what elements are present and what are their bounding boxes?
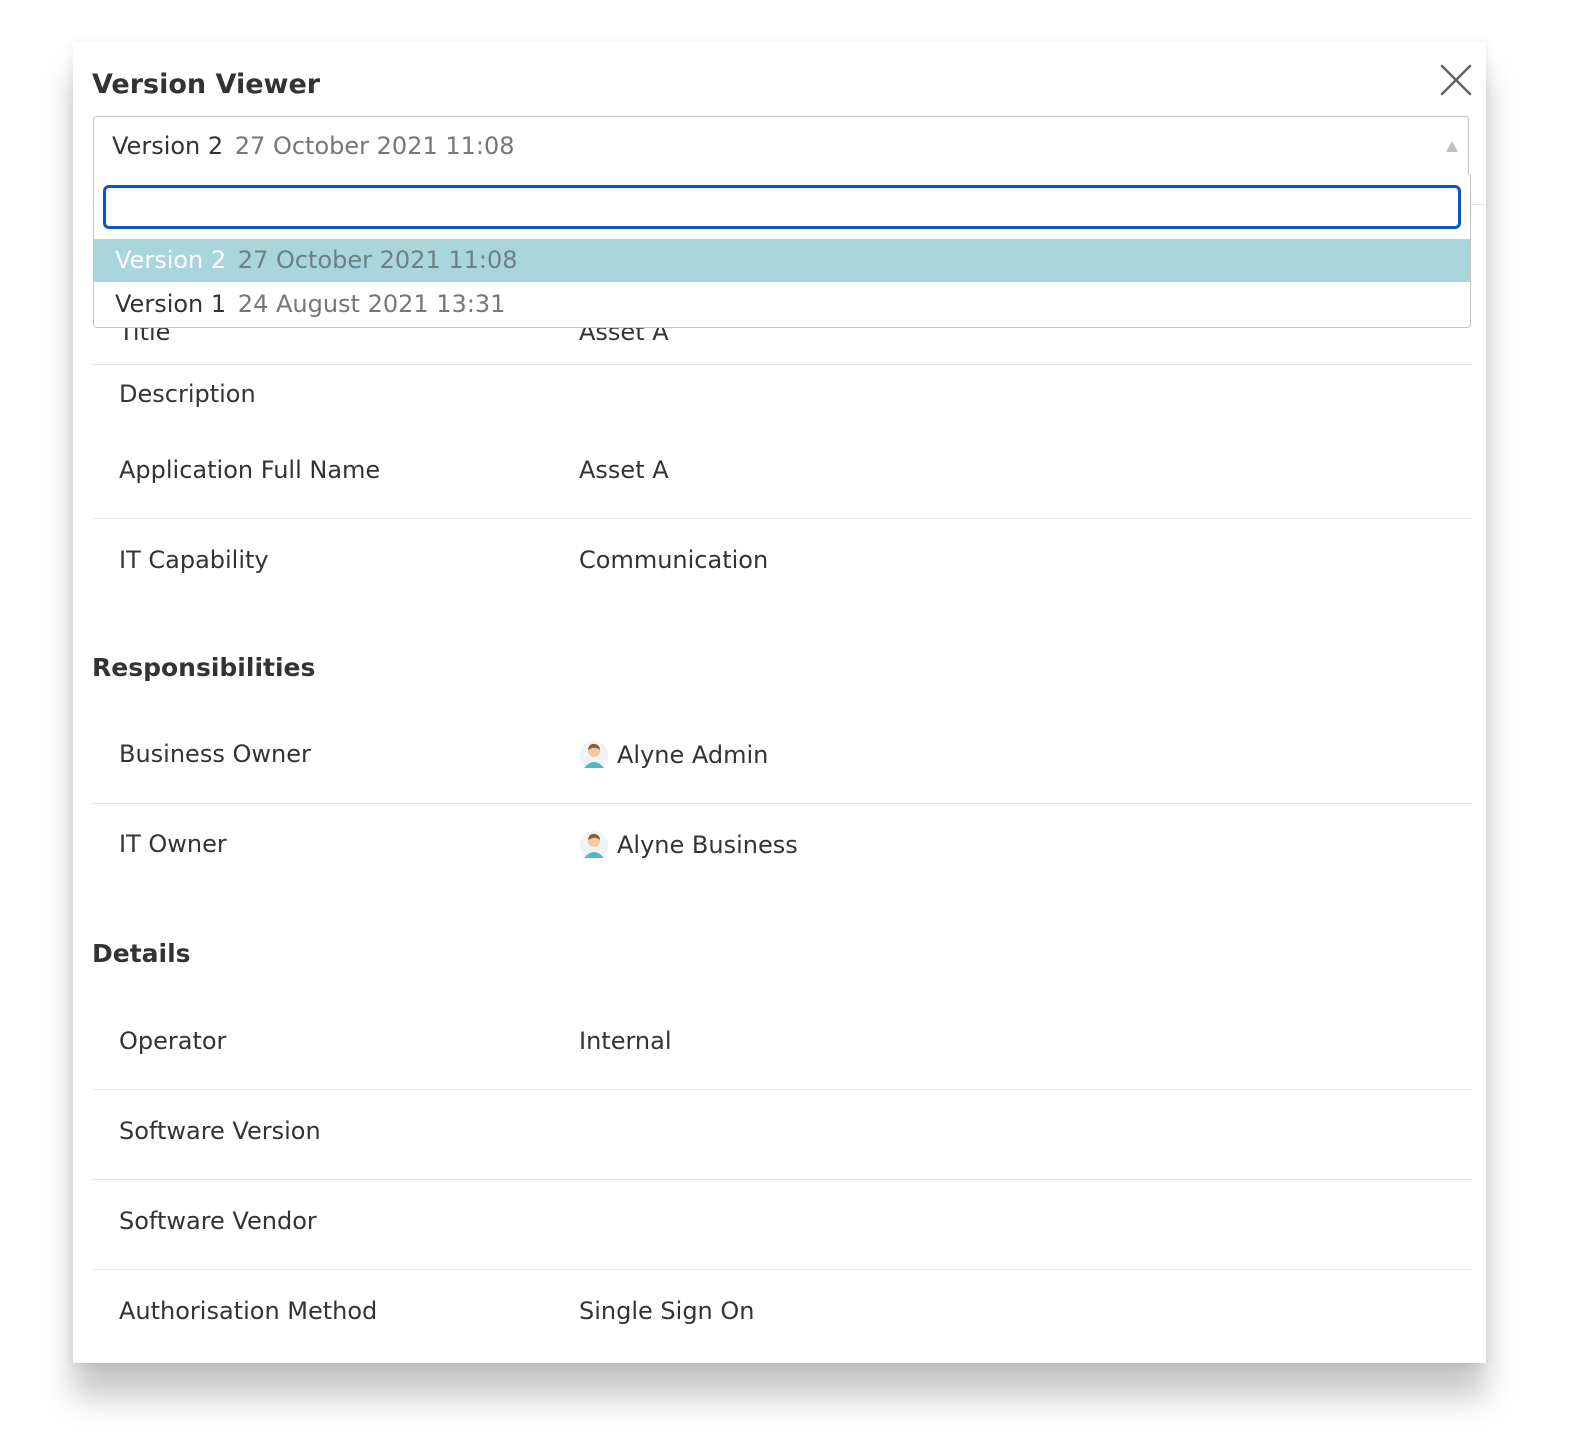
- chevron-up-icon[interactable]: [1446, 141, 1458, 152]
- row-divider: [92, 1269, 1472, 1270]
- row-divider: [92, 518, 1472, 519]
- user-avatar-icon: [579, 740, 609, 770]
- selected-version-name: Version 2: [112, 132, 224, 160]
- version-viewer-modal: Version Viewer Version 2 27 October 2021…: [73, 42, 1486, 1363]
- version-select[interactable]: Version 2 27 October 2021 11:08: [93, 116, 1469, 176]
- row-divider: [92, 1089, 1472, 1090]
- field-value: Internal: [579, 1027, 672, 1055]
- option-version-name: Version 2: [115, 246, 227, 274]
- row-divider: [92, 364, 1472, 365]
- field-label: Description: [119, 380, 256, 408]
- version-search-input[interactable]: [103, 185, 1461, 229]
- field-label: Business Owner: [119, 740, 311, 768]
- version-option-1[interactable]: Version 1 24 August 2021 13:31: [94, 283, 1470, 326]
- selected-version-date: 27 October 2021 11:08: [234, 132, 515, 160]
- field-label: Software Version: [119, 1117, 321, 1145]
- modal-title: Version Viewer: [92, 69, 321, 100]
- field-value: Alyne Admin: [579, 740, 768, 770]
- user-avatar-icon: [579, 830, 609, 860]
- field-label: IT Capability: [119, 546, 269, 574]
- option-version-name: Version 1: [115, 290, 227, 318]
- field-value: Asset A: [579, 456, 669, 484]
- version-select-value: Version 2 27 October 2021 11:08: [112, 129, 515, 163]
- field-value: Alyne Business: [579, 830, 798, 860]
- field-value: Single Sign On: [579, 1297, 755, 1325]
- version-dropdown: Version 2 27 October 2021 11:08 Version …: [93, 175, 1471, 328]
- close-button[interactable]: [1438, 62, 1474, 98]
- section-title-responsibilities: Responsibilities: [92, 653, 316, 682]
- version-option-2[interactable]: Version 2 27 October 2021 11:08: [94, 239, 1470, 282]
- owner-name: Alyne Business: [617, 831, 798, 859]
- option-version-date: 27 October 2021 11:08: [237, 246, 518, 274]
- owner-name: Alyne Admin: [617, 741, 769, 769]
- option-version-date: 24 August 2021 13:31: [237, 290, 506, 318]
- row-divider: [92, 1179, 1472, 1180]
- field-label: Operator: [119, 1027, 227, 1055]
- section-title-details: Details: [92, 939, 191, 968]
- row-divider: [92, 803, 1472, 804]
- field-label: Application Full Name: [119, 456, 381, 484]
- field-label: IT Owner: [119, 830, 227, 858]
- field-label: Authorisation Method: [119, 1297, 378, 1325]
- field-value: Communication: [579, 546, 769, 574]
- field-label: Software Vendor: [119, 1207, 317, 1235]
- close-icon: [1438, 62, 1474, 98]
